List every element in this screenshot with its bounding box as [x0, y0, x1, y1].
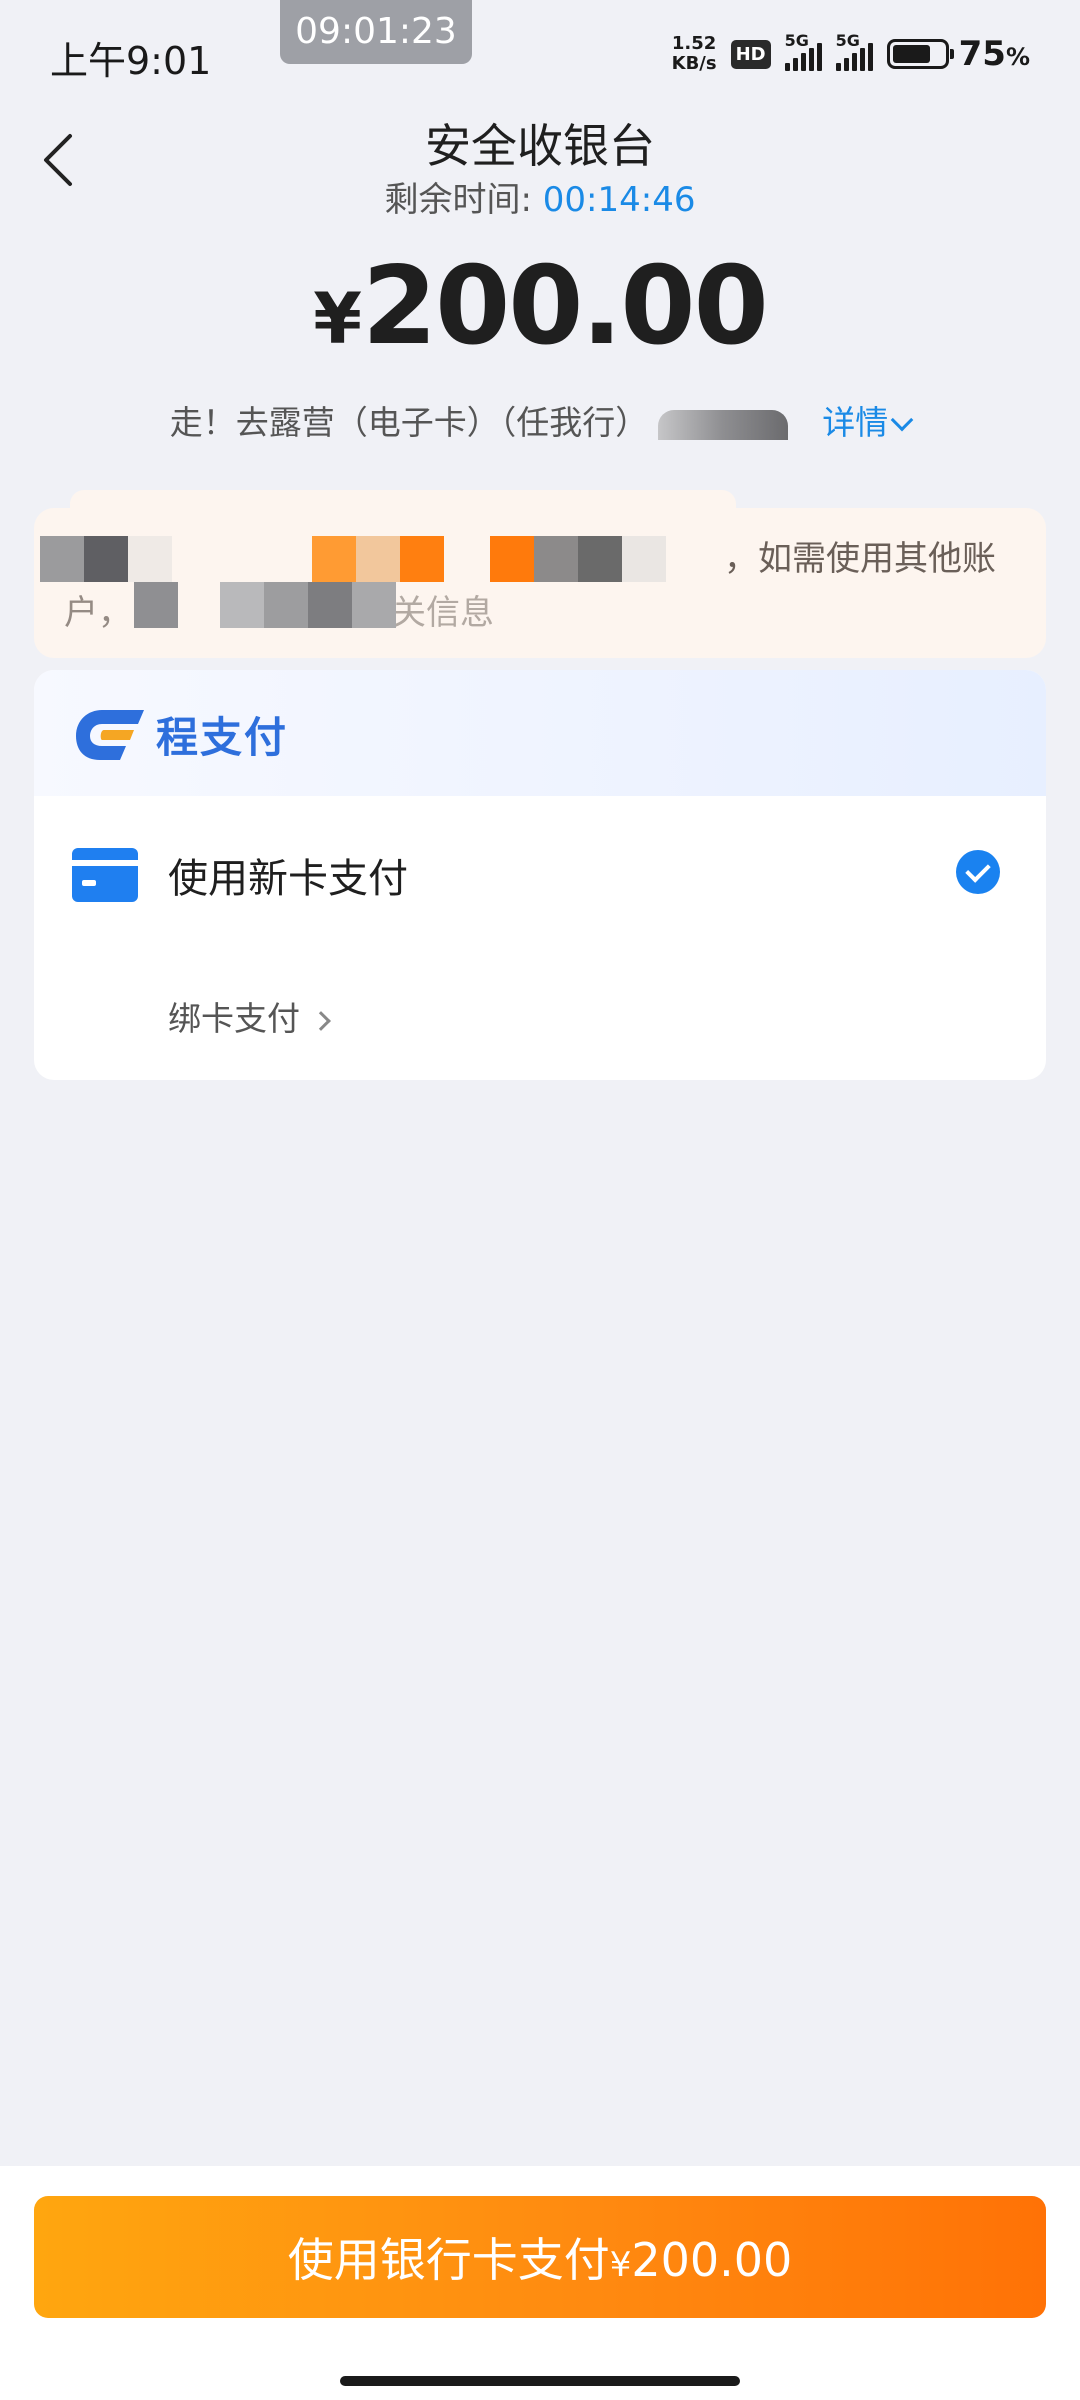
- chevron-down-icon: [890, 408, 914, 432]
- countdown-label: 剩余时间:: [384, 180, 543, 220]
- brand-logo-icon: [76, 710, 144, 760]
- home-indicator[interactable]: [340, 2376, 740, 2386]
- notice-text: ，如需使用其他账 户， 关信息: [64, 532, 1024, 640]
- payment-methods-card: 程支付 使用新卡支付 绑卡支付: [34, 670, 1046, 1080]
- page-title: 安全收银台: [425, 119, 655, 173]
- pay-button-label: 使用银行卡支付: [287, 2233, 610, 2287]
- new-card-label: 使用新卡支付: [168, 856, 408, 902]
- signal-sim2-icon: 5G: [835, 31, 873, 71]
- countdown-value: 00:14:46: [542, 180, 696, 220]
- chevron-right-icon: [311, 1011, 331, 1031]
- redacted-text: [658, 409, 789, 440]
- status-bar: 上午9:01 09:01:23 1.52 KB/s HD 5G 5G 75%: [0, 0, 1080, 100]
- bind-card-label: 绑卡支付: [168, 999, 300, 1038]
- amount-value: 200.00: [361, 244, 769, 369]
- check-circle-icon[interactable]: [956, 850, 1000, 894]
- network-speed-value: 1.52: [671, 33, 717, 54]
- redacted-mosaic: [220, 582, 396, 628]
- notice-line-2-start: 户，: [64, 593, 132, 633]
- pay-button-currency: ¥: [609, 2245, 632, 2285]
- order-description: 走！去露营（电子卡）（任我行） 详情: [0, 396, 1080, 444]
- battery-icon: [886, 39, 954, 69]
- network-speed: 1.52 KB/s: [672, 34, 717, 74]
- new-card-option[interactable]: 使用新卡支付: [34, 796, 1046, 946]
- bank-card-icon: [72, 848, 138, 902]
- bind-card-link[interactable]: 绑卡支付: [168, 992, 331, 1040]
- battery-percent: 75%: [959, 34, 1030, 74]
- sim1-network-type: 5G: [784, 31, 809, 50]
- account-notice: ，如需使用其他账 户， 关信息: [34, 508, 1046, 658]
- status-time: 上午9:01: [50, 39, 212, 83]
- battery-percent-sign: %: [1005, 43, 1030, 71]
- order-amount: ¥200.00: [0, 244, 1080, 369]
- payment-brand-header: 程支付: [34, 670, 1046, 796]
- pay-button-amount: 200.00: [631, 2233, 793, 2287]
- details-link[interactable]: 详情: [822, 403, 914, 442]
- notice-line-1: ，如需使用其他账: [724, 539, 996, 579]
- redacted-mosaic: [134, 582, 178, 628]
- payment-countdown: 剩余时间: 00:14:46: [0, 172, 1080, 221]
- screen-recording-timer[interactable]: 09:01:23: [280, 0, 472, 64]
- bottom-action-bar: 使用银行卡支付¥200.00: [0, 2166, 1080, 2400]
- signal-sim1-icon: 5G: [784, 31, 822, 71]
- battery-percent-value: 75: [958, 34, 1006, 74]
- notice-line-2: 户， 关信息: [64, 586, 1024, 640]
- pay-with-bank-card-button[interactable]: 使用银行卡支付¥200.00: [34, 2196, 1046, 2318]
- notice-line-2-end: 关信息: [392, 593, 494, 633]
- product-name: 走！去露营（电子卡）（任我行）: [169, 403, 649, 442]
- battery-fill: [892, 45, 931, 63]
- network-speed-unit: KB/s: [671, 53, 717, 74]
- battery-indicator: 75%: [886, 34, 1030, 74]
- hd-voice-icon: HD: [730, 39, 771, 69]
- status-icons: 1.52 KB/s HD 5G 5G 75%: [672, 30, 1030, 78]
- brand-name: 程支付: [156, 713, 289, 762]
- currency-symbol: ¥: [313, 278, 362, 360]
- sim2-network-type: 5G: [835, 31, 860, 50]
- details-label: 详情: [822, 403, 889, 442]
